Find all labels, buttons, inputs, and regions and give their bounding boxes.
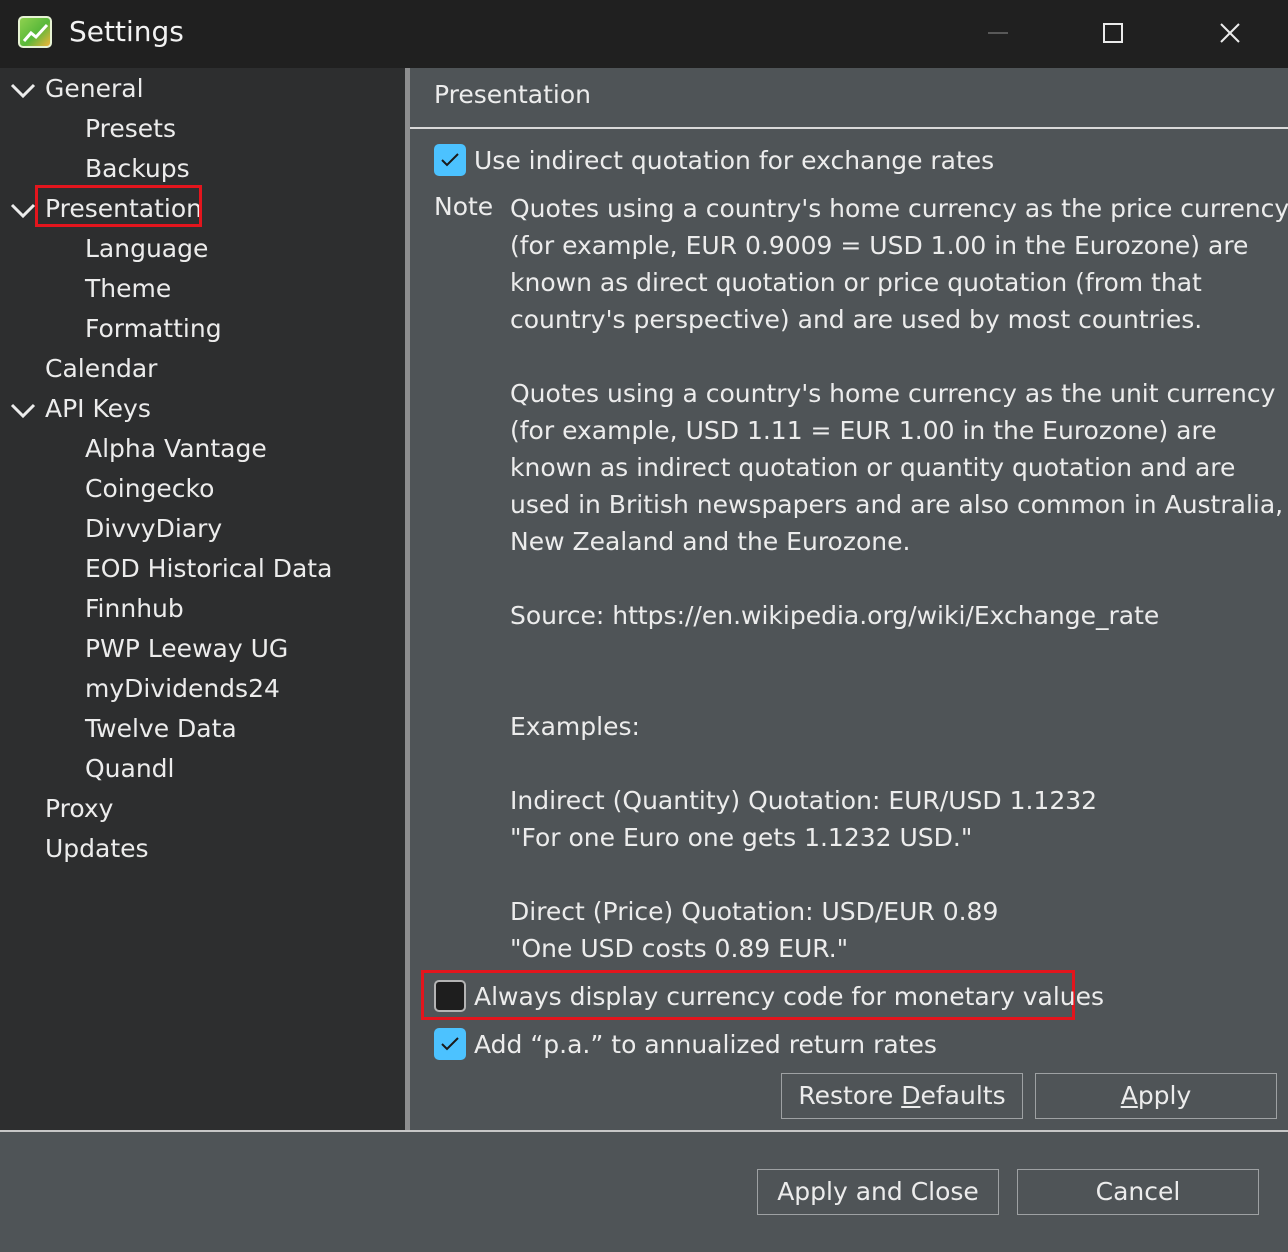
note-line: Indirect (Quantity) Quotation: EUR/USD 1… (510, 786, 1098, 815)
note-line: country's perspective) and are used by m… (510, 305, 1203, 334)
dialog-footer: Apply and Close Cancel (0, 1130, 1288, 1252)
tree-item-backups[interactable]: Backups (85, 150, 190, 188)
button-label: Restore (798, 1081, 902, 1110)
tree-item-api-keys[interactable]: API Keys (45, 390, 151, 428)
currency-code-checkbox[interactable] (434, 980, 466, 1012)
tree-item-formatting[interactable]: Formatting (85, 310, 222, 348)
presentation-panel: Presentation Use indirect quotation for … (410, 68, 1288, 1130)
tree-item-language[interactable]: Language (85, 230, 208, 268)
title-bar: Settings (0, 0, 1288, 68)
indirect-quotation-checkbox[interactable] (434, 144, 466, 176)
note-line: (for example, EUR 0.9009 = USD 1.00 in t… (510, 231, 1249, 260)
pa-suffix-label[interactable]: Add “p.a.” to annualized return rates (474, 1028, 937, 1062)
note-line: New Zealand and the Eurozone. (510, 527, 911, 556)
chevron-down-icon[interactable] (8, 75, 38, 105)
note-line: known as direct quotation or price quota… (510, 268, 1202, 297)
note-line: Direct (Price) Quotation: USD/EUR 0.89 (510, 897, 999, 926)
tree-item-proxy[interactable]: Proxy (45, 790, 113, 828)
note-line: Examples: (510, 712, 640, 741)
tree-item-divvydiary[interactable]: DivvyDiary (85, 510, 222, 548)
note-line: Source: https://en.wikipedia.org/wiki/Ex… (510, 601, 1160, 630)
minimize-button[interactable] (939, 0, 1056, 66)
note-line: Quotes using a country's home currency a… (510, 379, 1276, 408)
settings-tree: General Presets Backups Presentation Lan… (0, 68, 405, 1130)
chevron-down-icon[interactable] (8, 195, 38, 225)
note-line: "For one Euro one gets 1.1232 USD." (510, 823, 973, 852)
checkmark-icon (441, 153, 459, 167)
maximize-icon (1102, 23, 1123, 43)
apply-button[interactable]: Apply (1035, 1073, 1277, 1119)
tree-item-presets[interactable]: Presets (85, 110, 176, 148)
maximize-button[interactable] (1054, 0, 1171, 66)
indirect-quotation-label[interactable]: Use indirect quotation for exchange rate… (474, 144, 994, 178)
chevron-down-icon[interactable] (8, 395, 38, 425)
tree-item-general[interactable]: General (45, 70, 144, 108)
close-icon (1219, 23, 1240, 43)
selection-highlight-box (35, 185, 202, 227)
cancel-button[interactable]: Cancel (1017, 1169, 1259, 1215)
tree-item-coingecko[interactable]: Coingecko (85, 470, 214, 508)
button-label: efaults (920, 1081, 1006, 1110)
tree-item-pwp-leeway-ug[interactable]: PWP Leeway UG (85, 630, 288, 668)
note-label: Note (434, 192, 494, 221)
note-line: "One USD costs 0.89 EUR." (510, 934, 849, 963)
note-line: Quotes using a country's home currency a… (510, 194, 1288, 223)
currency-code-label[interactable]: Always display currency code for monetar… (474, 980, 1104, 1014)
panel-title: Presentation (434, 80, 592, 109)
minimize-icon (987, 32, 1008, 34)
tree-item-twelve-data[interactable]: Twelve Data (85, 710, 237, 748)
checkmark-icon (441, 1037, 459, 1051)
restore-defaults-button[interactable]: Restore Defaults (781, 1073, 1023, 1119)
tree-item-updates[interactable]: Updates (45, 830, 149, 868)
pa-suffix-checkbox[interactable] (434, 1028, 466, 1060)
mnemonic-letter: A (1120, 1081, 1138, 1110)
close-button[interactable] (1171, 0, 1288, 66)
note-line: used in British newspapers and are also … (510, 490, 1284, 519)
button-label: pply (1137, 1081, 1192, 1110)
apply-and-close-button[interactable]: Apply and Close (757, 1169, 999, 1215)
window-title: Settings (69, 15, 184, 48)
note-line: known as indirect quotation or quantity … (510, 453, 1236, 482)
tree-item-theme[interactable]: Theme (85, 270, 171, 308)
panel-header: Presentation (410, 68, 1288, 129)
tree-item-calendar[interactable]: Calendar (45, 350, 157, 388)
tree-item-quandl[interactable]: Quandl (85, 750, 175, 788)
tree-item-mydividends24[interactable]: myDividends24 (85, 670, 280, 708)
tree-item-eod-historical-data[interactable]: EOD Historical Data (85, 550, 332, 588)
mnemonic-letter: D (901, 1081, 921, 1110)
note-line: (for example, USD 1.11 = EUR 1.00 in the… (510, 416, 1217, 445)
tree-item-finnhub[interactable]: Finnhub (85, 590, 184, 628)
tree-item-alpha-vantage[interactable]: Alpha Vantage (85, 430, 267, 468)
app-logo-icon (18, 16, 52, 48)
